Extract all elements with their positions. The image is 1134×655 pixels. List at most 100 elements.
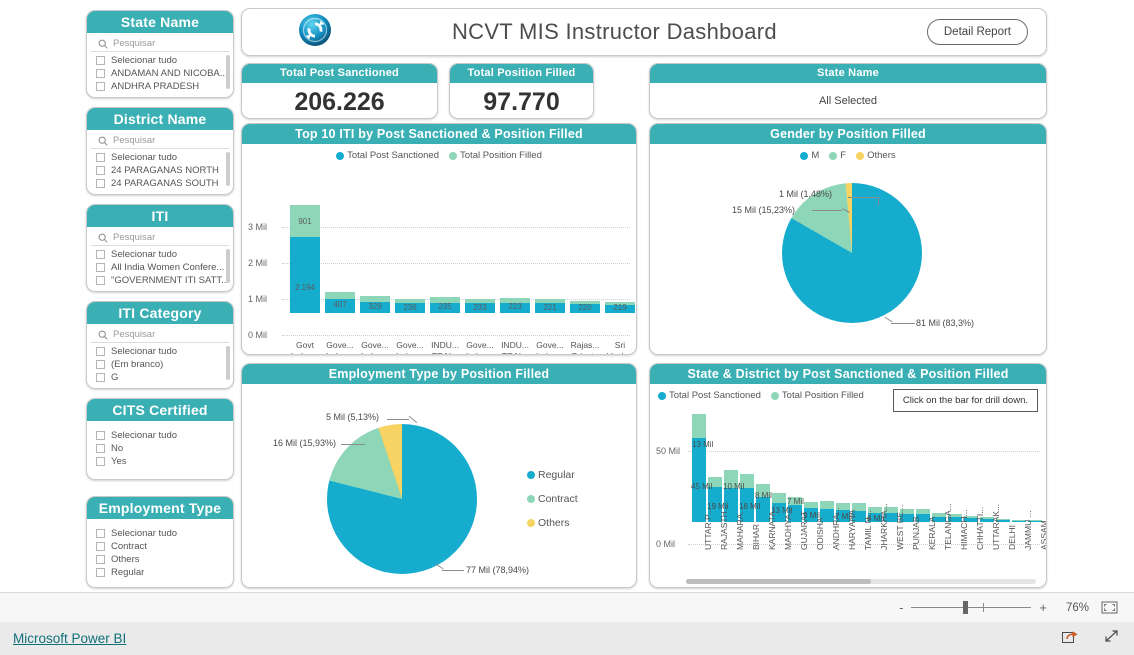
search-input[interactable]: Pesquisar (91, 229, 229, 246)
slicer-option[interactable]: 24 PARAGANAS NORTH (87, 164, 233, 177)
visual-gender-pie[interactable]: Gender by Position Filled M F Others 1 M… (649, 123, 1047, 355)
visual-state-district[interactable]: State & District by Post Sanctioned & Po… (649, 363, 1047, 588)
kpi-total-position-filled: Total Position Filled 97.770 (449, 63, 594, 119)
slicer-scrollbar[interactable] (226, 55, 230, 89)
slicer-option[interactable]: Selecionar tudo (87, 527, 233, 540)
zoom-slider-thumb[interactable] (963, 601, 969, 614)
slicer-cits-certified[interactable]: CITS Certified Selecionar tudo No Yes (86, 398, 234, 480)
bar-state[interactable] (692, 414, 706, 522)
search-input[interactable]: Pesquisar (91, 326, 229, 343)
bar-label: 219 (613, 303, 627, 312)
slicer-state-name[interactable]: State Name Pesquisar Selecionar tudo AND… (86, 10, 234, 98)
bar-top10[interactable]: 219 (605, 302, 635, 313)
xtick-label: Sri Venk... Indus... (607, 340, 633, 354)
detail-report-button[interactable]: Detail Report (926, 19, 1028, 45)
bar-top10[interactable]: 220 (570, 301, 600, 313)
bar-top10[interactable]: 407 (325, 292, 355, 313)
legend-item-others[interactable]: Others (527, 517, 578, 529)
slicer-option[interactable]: All India Women Confere... (87, 261, 233, 274)
legend-item-position-filled[interactable]: Total Position Filled (449, 150, 542, 161)
bar-top10[interactable]: 901 2.194 (290, 205, 320, 313)
slicer-options: Selecionar tudo ANDAMAN AND NICOBA... AN… (87, 52, 233, 97)
chart-legend: Regular Contract Others (527, 469, 578, 541)
slicer-option[interactable]: Regular (87, 566, 233, 579)
checkbox-icon[interactable] (96, 457, 105, 466)
checkbox-icon[interactable] (96, 166, 105, 175)
slicer-option[interactable]: 24 PARAGANAS SOUTH (87, 177, 233, 190)
legend-item-post-sanctioned[interactable]: Total Post Sanctioned (336, 150, 439, 161)
slicer-option[interactable]: "GOVERNMENT ITI SATT... (87, 274, 233, 287)
checkbox-icon[interactable] (96, 276, 105, 285)
slicer-option[interactable]: No (87, 442, 233, 455)
legend-item-m[interactable]: M (800, 150, 819, 161)
slicer-options: Selecionar tudo (Em branco) G (87, 343, 233, 388)
legend-item-position-filled[interactable]: Total Position Filled (770, 390, 864, 401)
slicer-option[interactable]: Selecionar tudo (87, 345, 233, 358)
checkbox-icon[interactable] (96, 263, 105, 272)
checkbox-icon[interactable] (96, 444, 105, 453)
option-label: Selecionar tudo (111, 346, 178, 357)
checkbox-icon[interactable] (96, 250, 105, 259)
checkbox-icon[interactable] (96, 431, 105, 440)
checkbox-icon[interactable] (96, 179, 105, 188)
slicer-employment-type[interactable]: Employment Type Selecionar tudo Contract… (86, 496, 234, 588)
legend-item-post-sanctioned[interactable]: Total Post Sanctioned (658, 390, 761, 401)
checkbox-icon[interactable] (96, 555, 105, 564)
search-input[interactable]: Pesquisar (91, 35, 229, 52)
slicer-option[interactable]: ANDAMAN AND NICOBA... (87, 67, 233, 80)
slicer-option[interactable]: G (87, 371, 233, 384)
search-input[interactable]: Pesquisar (91, 132, 229, 149)
slicer-iti[interactable]: ITI Pesquisar Selecionar tudo All India … (86, 204, 234, 292)
slicer-option[interactable]: Others (87, 553, 233, 566)
slicer-scrollbar[interactable] (226, 249, 230, 283)
bar-top10[interactable]: 235 (430, 297, 460, 313)
legend-item-contract[interactable]: Contract (527, 493, 578, 505)
checkbox-icon[interactable] (96, 56, 105, 65)
legend-swatch-icon (800, 151, 809, 160)
slicer-option[interactable]: Selecionar tudo (87, 248, 233, 261)
checkbox-icon[interactable] (96, 82, 105, 91)
visual-top10-iti[interactable]: Top 10 ITI by Post Sanctioned & Position… (241, 123, 637, 355)
option-label: All India Women Confere... (111, 262, 225, 273)
bar-top10[interactable]: 223 (500, 298, 530, 313)
bar-top10[interactable]: 221 (535, 299, 565, 313)
slicer-option[interactable]: (Em branco) (87, 358, 233, 371)
legend-item-f[interactable]: F (829, 150, 846, 161)
bar-top10[interactable]: 329 (360, 296, 390, 313)
fullscreen-icon[interactable] (1103, 629, 1120, 649)
checkbox-icon[interactable] (96, 568, 105, 577)
checkbox-icon[interactable] (96, 153, 105, 162)
power-bi-link[interactable]: Microsoft Power BI (13, 631, 126, 646)
bar-top10[interactable]: 236 (395, 299, 425, 313)
slicer-scrollbar[interactable] (226, 346, 230, 380)
slicer-title: State Name (87, 11, 233, 33)
slicer-option[interactable]: ANDHRA PRADESH (87, 80, 233, 93)
bar-top10[interactable]: 233 (465, 299, 495, 313)
checkbox-icon[interactable] (96, 542, 105, 551)
slicer-scrollbar[interactable] (226, 152, 230, 186)
pie-gender[interactable] (782, 183, 922, 323)
visual-employment-pie[interactable]: Employment Type by Position Filled 5 Mil… (241, 363, 637, 588)
pie-employment[interactable] (327, 424, 477, 574)
checkbox-icon[interactable] (96, 529, 105, 538)
fit-to-page-icon[interactable] (1101, 601, 1118, 614)
zoom-out-button[interactable]: - (899, 600, 903, 615)
slicer-iti-category[interactable]: ITI Category Pesquisar Selecionar tudo (… (86, 301, 234, 389)
checkbox-icon[interactable] (96, 360, 105, 369)
checkbox-icon[interactable] (96, 347, 105, 356)
zoom-control[interactable]: - + 76% (899, 600, 1118, 615)
horizontal-scrollbar[interactable] (686, 579, 1036, 584)
share-icon[interactable] (1062, 629, 1079, 649)
checkbox-icon[interactable] (96, 373, 105, 382)
zoom-slider[interactable] (911, 601, 1032, 614)
legend-item-regular[interactable]: Regular (527, 469, 578, 481)
slicer-option[interactable]: Yes (87, 455, 233, 468)
slicer-option[interactable]: Selecionar tudo (87, 151, 233, 164)
checkbox-icon[interactable] (96, 69, 105, 78)
slicer-option[interactable]: Contract (87, 540, 233, 553)
slicer-option[interactable]: Selecionar tudo (87, 429, 233, 442)
slicer-option[interactable]: Selecionar tudo (87, 54, 233, 67)
zoom-in-button[interactable]: + (1039, 600, 1047, 615)
slicer-district-name[interactable]: District Name Pesquisar Selecionar tudo … (86, 107, 234, 195)
legend-item-others[interactable]: Others (856, 150, 896, 161)
